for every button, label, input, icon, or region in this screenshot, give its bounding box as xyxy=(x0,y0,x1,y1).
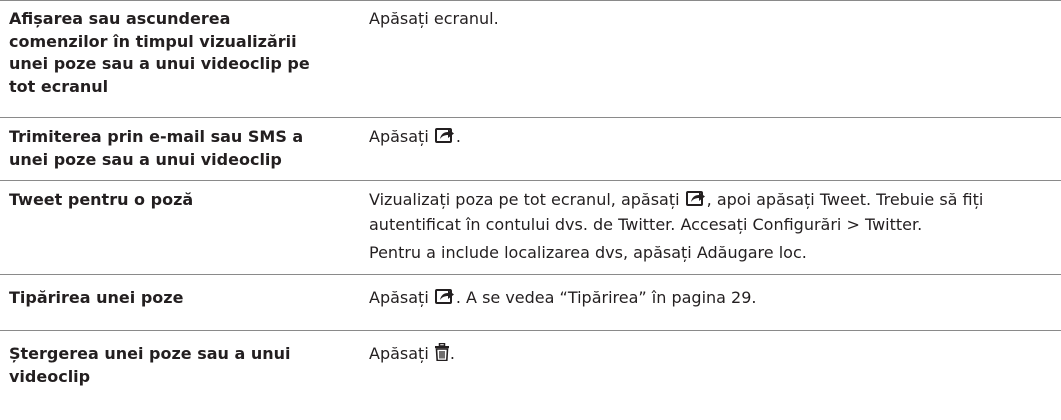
row-label: Tweet pentru o poză xyxy=(9,190,194,209)
row-label: Trimiterea prin e-mail sau SMS a unei po… xyxy=(9,127,304,169)
table-row: Afișarea sau ascunderea comenzilor în ti… xyxy=(0,0,1061,117)
share-icon xyxy=(434,126,455,151)
instructions-table: Afișarea sau ascunderea comenzilor în ti… xyxy=(0,0,1061,420)
share-icon xyxy=(434,287,455,312)
row-description: Apăsați . A se vedea “Tipărirea” în pagi… xyxy=(369,287,1059,312)
description-text: Apăsați . xyxy=(369,342,1059,368)
description-text: Apăsați ecranul. xyxy=(369,9,499,28)
table-row: Ștergerea unei poze sau a unui videoclip… xyxy=(0,330,1061,420)
description-text: Apăsați . xyxy=(369,126,1059,151)
row-label: Afișarea sau ascunderea comenzilor în ti… xyxy=(9,9,310,96)
table-row: Tipărirea unei poze Apăsați . A se vedea… xyxy=(0,274,1061,330)
description-text: Apăsați . A se vedea “Tipărirea” în pagi… xyxy=(369,287,1059,312)
row-description: Vizualizați poza pe tot ecranul, apăsați… xyxy=(369,189,1059,265)
row-description: Apăsați . xyxy=(369,126,1059,151)
description-text: Pentru a include localizarea dvs, apăsaț… xyxy=(369,243,807,262)
description-text: Vizualizați poza pe tot ecranul, apăsați… xyxy=(369,189,984,234)
row-label: Tipărirea unei poze xyxy=(9,288,184,307)
table-row: Trimiterea prin e-mail sau SMS a unei po… xyxy=(0,117,1061,180)
share-icon xyxy=(685,189,706,214)
row-description: Apăsați ecranul. xyxy=(369,8,1059,31)
row-label: Ștergerea unei poze sau a unui videoclip xyxy=(9,344,291,386)
row-description: Apăsați . xyxy=(369,342,1059,368)
trash-icon xyxy=(434,342,449,368)
table-row: Tweet pentru o poză Vizualizați poza pe … xyxy=(0,180,1061,274)
